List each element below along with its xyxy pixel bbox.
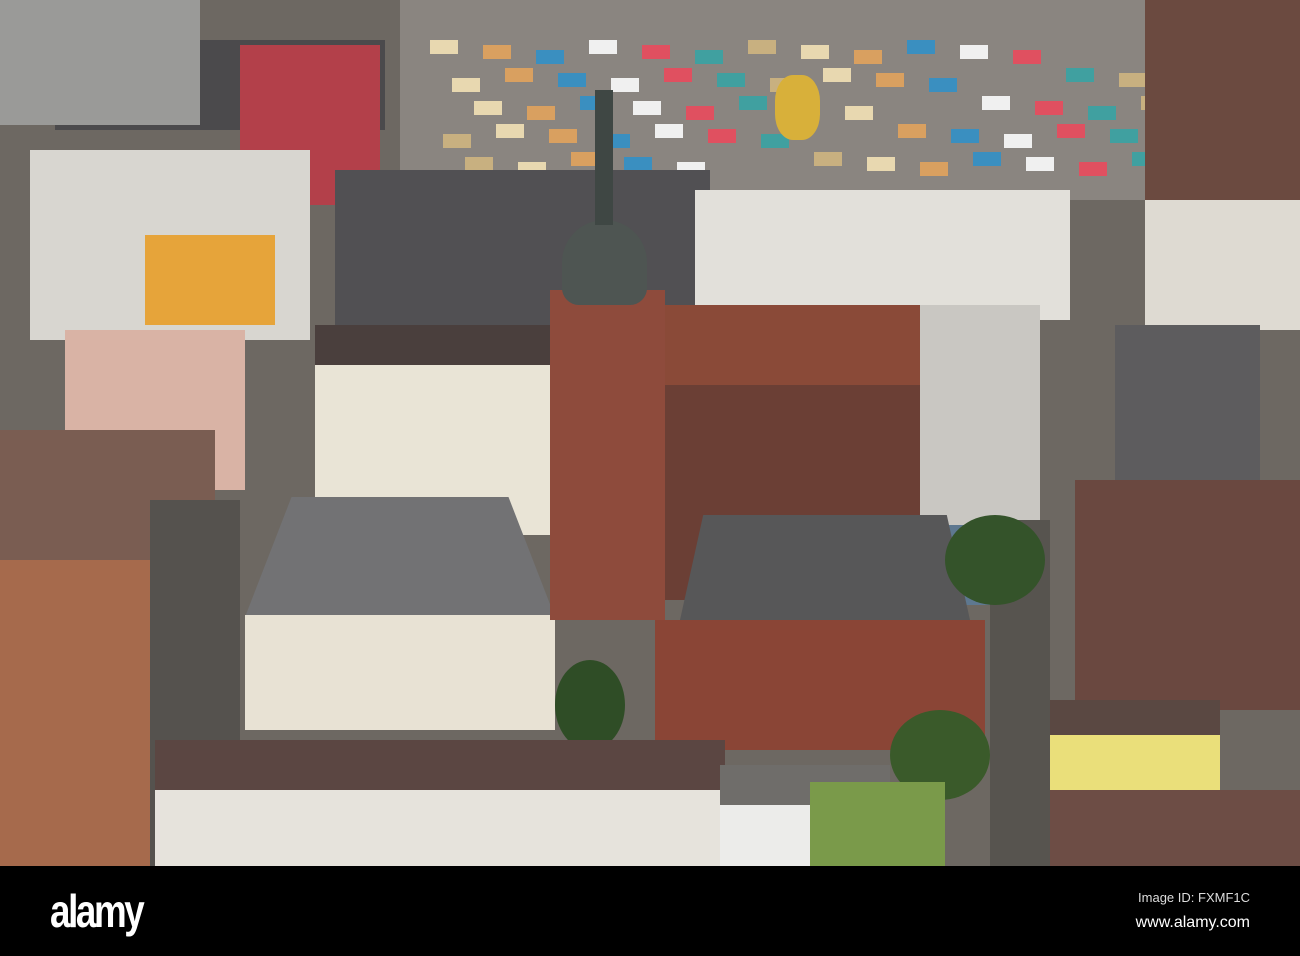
building-left-top xyxy=(0,0,200,125)
market-stall xyxy=(801,45,829,59)
market-stall xyxy=(951,129,979,143)
market-stall xyxy=(611,78,639,92)
market-stall xyxy=(907,40,935,54)
market-stall xyxy=(443,134,471,148)
market-stall xyxy=(748,40,776,54)
church-roof xyxy=(245,497,555,617)
market-stall xyxy=(1013,50,1041,64)
tower-spire xyxy=(595,90,613,225)
market-stall xyxy=(686,106,714,120)
market-stall xyxy=(664,68,692,82)
market-stall xyxy=(549,129,577,143)
market-stall xyxy=(876,73,904,87)
market-stall xyxy=(1119,73,1147,87)
market-stall xyxy=(960,45,988,59)
market-stall xyxy=(589,40,617,54)
market-stall xyxy=(867,157,895,171)
market-stall xyxy=(558,73,586,87)
market-stall xyxy=(814,152,842,166)
building-left-bottom xyxy=(0,560,150,866)
market-stall xyxy=(536,50,564,64)
market-stall xyxy=(717,73,745,87)
church-tower xyxy=(550,290,665,620)
trees xyxy=(555,660,625,750)
market-stall xyxy=(1026,157,1054,171)
market-stall xyxy=(845,106,873,120)
market-fountain xyxy=(775,75,820,140)
trees xyxy=(945,515,1045,605)
market-stall xyxy=(708,129,736,143)
market-stall xyxy=(1035,101,1063,115)
bottom-row-buildings xyxy=(155,740,725,866)
market-stall xyxy=(973,152,1001,166)
market-stall xyxy=(655,124,683,138)
green-roof xyxy=(810,782,945,866)
market-stall xyxy=(452,78,480,92)
watermark-bar: alamy Image ID: FXMF1C www.alamy.com xyxy=(0,866,1300,956)
market-stall xyxy=(1004,134,1032,148)
market-stall xyxy=(430,40,458,54)
market-stall xyxy=(505,68,533,82)
image-id: Image ID: FXMF1C xyxy=(1138,890,1250,905)
school-roof xyxy=(680,515,970,620)
market-stall xyxy=(1088,106,1116,120)
building-right-mid xyxy=(1145,200,1300,330)
market-stall xyxy=(1079,162,1107,176)
market-stall xyxy=(483,45,511,59)
church-facade xyxy=(245,615,555,730)
market-stall xyxy=(823,68,851,82)
building-right-grey xyxy=(1115,325,1260,485)
market-stall xyxy=(624,157,652,171)
market-stall xyxy=(1110,129,1138,143)
white-building xyxy=(695,190,1070,320)
market-stall xyxy=(642,45,670,59)
market-stall xyxy=(633,101,661,115)
site-url: www.alamy.com xyxy=(1135,914,1250,931)
market-stall xyxy=(474,101,502,115)
market-stall xyxy=(929,78,957,92)
market-stall xyxy=(898,124,926,138)
aerial-photo xyxy=(0,0,1300,866)
market-stall xyxy=(920,162,948,176)
market-stall xyxy=(527,106,555,120)
tower-dome xyxy=(562,220,647,305)
market-stall xyxy=(982,96,1010,110)
building-right-top xyxy=(1145,0,1300,200)
orange-roof xyxy=(145,235,275,325)
market-stall xyxy=(465,157,493,171)
market-stall xyxy=(1057,124,1085,138)
market-stall xyxy=(1066,68,1094,82)
market-stall xyxy=(854,50,882,64)
market-stall xyxy=(695,50,723,64)
building-right-lower xyxy=(1075,480,1300,710)
building-right-bottom xyxy=(1025,790,1300,866)
market-stall xyxy=(496,124,524,138)
market-stall xyxy=(739,96,767,110)
alamy-logo: alamy xyxy=(50,885,145,937)
